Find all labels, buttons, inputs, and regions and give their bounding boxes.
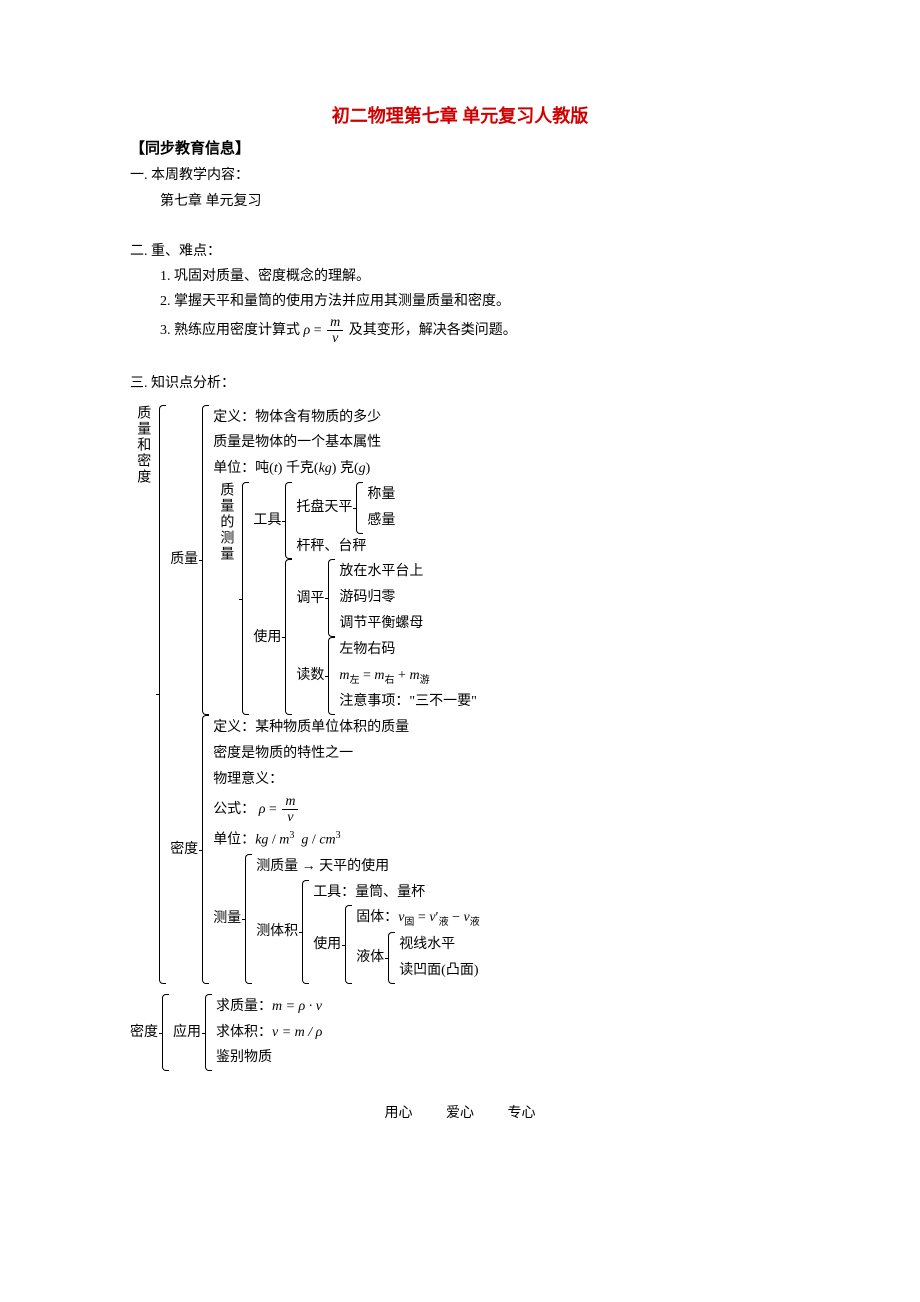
sub: 液 bbox=[439, 917, 449, 928]
knowledge-diagram: 质量和密度 质量 定义：物体含有物质的多少 质量是物体的一个基本属性 单位：吨(… bbox=[130, 405, 790, 1072]
denominator: v bbox=[327, 331, 343, 346]
page-title: 初二物理第七章 单元复习人教版 bbox=[130, 100, 790, 132]
text: = bbox=[314, 323, 325, 338]
app-label: 应用 bbox=[173, 1020, 205, 1045]
sub: 液 bbox=[470, 917, 480, 928]
document-page: 初二物理第七章 单元复习人教版 【同步教育信息】 一. 本周教学内容： 第七章 … bbox=[0, 0, 920, 1166]
app1: 求质量：m = ρ · v bbox=[216, 994, 790, 1020]
symbol-rho: ρ bbox=[304, 323, 311, 338]
sym: m bbox=[339, 668, 349, 683]
density-formula: 公式： ρ = m v bbox=[213, 793, 790, 827]
tool-label: 工具 bbox=[253, 508, 285, 533]
vol-use-label: 使用 bbox=[313, 932, 345, 957]
fraction: m v bbox=[327, 315, 343, 347]
text: 公式： bbox=[213, 802, 255, 817]
text: 求质量： bbox=[216, 999, 272, 1014]
app2: 求体积：v = m / ρ bbox=[216, 1020, 790, 1046]
sym: cm bbox=[319, 833, 335, 848]
footer-a: 用心 bbox=[385, 1106, 413, 1121]
tool-balance: 托盘天平 bbox=[296, 495, 356, 520]
fraction: m v bbox=[282, 794, 298, 826]
formula: m = ρ · v bbox=[272, 999, 322, 1014]
mass-unit: 单位：吨(t) 千克(kg) 克(g) bbox=[213, 456, 790, 482]
read-label: 读数 bbox=[296, 663, 328, 688]
adj1: 放在水平台上 bbox=[339, 559, 790, 585]
text: ) 千克( bbox=[278, 461, 319, 476]
sub: 右 bbox=[385, 674, 395, 685]
read3: 注意事项："三不一要" bbox=[339, 689, 790, 715]
section-heading: 【同步教育信息】 bbox=[130, 136, 790, 163]
sym: kg bbox=[319, 461, 332, 476]
section-1-heading: 一. 本周教学内容： bbox=[130, 163, 790, 188]
text: = bbox=[265, 802, 280, 817]
density-meaning: 物理意义： bbox=[213, 767, 790, 793]
mass-prop: 质量是物体的一个基本属性 bbox=[213, 430, 790, 456]
density-unit: 单位：kg / m3 g / cm3 bbox=[213, 826, 790, 853]
text: ) 克( bbox=[332, 461, 359, 476]
text: 固体： bbox=[356, 910, 398, 925]
text: 单位： bbox=[213, 833, 255, 848]
sym: m bbox=[409, 668, 419, 683]
denominator: v bbox=[282, 810, 298, 825]
sym: g bbox=[301, 833, 308, 848]
density-prop: 密度是物质的特性之一 bbox=[213, 741, 790, 767]
mass-def: 定义：物体含有物质的多少 bbox=[213, 405, 790, 431]
section-1-line: 第七章 单元复习 bbox=[160, 189, 790, 214]
sym: m bbox=[374, 668, 384, 683]
density-measure-label: 测量 bbox=[213, 906, 245, 931]
use-label: 使用 bbox=[253, 625, 285, 650]
section-2-line1: 1. 巩固对质量、密度概念的理解。 bbox=[160, 264, 790, 289]
liq1: 视线水平 bbox=[399, 932, 790, 958]
formula: v = m / ρ bbox=[272, 1025, 322, 1040]
numerator: m bbox=[282, 794, 298, 810]
section-2-line2: 2. 掌握天平和量筒的使用方法并应用其测量质量和密度。 bbox=[160, 289, 790, 314]
text: 3. 熟练应用密度计算式 bbox=[160, 323, 300, 338]
solid-formula: 固体：v固 = v′液 − v液 bbox=[356, 905, 790, 932]
adjust-label: 调平 bbox=[296, 586, 328, 611]
text: ) bbox=[366, 461, 371, 476]
text: 单位：吨( bbox=[213, 461, 274, 476]
numerator: m bbox=[327, 315, 343, 331]
density-label: 密度 bbox=[170, 837, 202, 862]
vol-tool: 工具：量筒、量杯 bbox=[313, 880, 790, 906]
text: 及其变形，解决各类问题。 bbox=[349, 323, 517, 338]
measure-vol-label: 测体积 bbox=[256, 919, 302, 944]
sym: g bbox=[359, 461, 366, 476]
page-footer: 用心 爱心 专心 bbox=[130, 1101, 790, 1126]
section-3-heading: 三. 知识点分析： bbox=[130, 371, 790, 396]
footer-b: 爱心 bbox=[446, 1106, 474, 1121]
text: + bbox=[395, 668, 410, 683]
root-label: 质量和密度 bbox=[130, 405, 159, 984]
sub: 游 bbox=[420, 674, 430, 685]
app3: 鉴别物质 bbox=[216, 1045, 790, 1071]
liquid-label: 液体 bbox=[356, 945, 388, 970]
tool1b: 感量 bbox=[367, 508, 790, 534]
section-2-line3: 3. 熟练应用密度计算式 ρ = m v 及其变形，解决各类问题。 bbox=[160, 315, 790, 347]
mass-label: 质量 bbox=[170, 547, 202, 572]
read2: m左 = m右 + m游 bbox=[339, 663, 790, 690]
liq2: 读凹面(凸面) bbox=[399, 958, 790, 984]
sub: 左 bbox=[350, 674, 360, 685]
tool2: 杆秤、台秤 bbox=[296, 534, 790, 560]
adj2: 游码归零 bbox=[339, 585, 790, 611]
tool1a: 称量 bbox=[367, 482, 790, 508]
section-2-heading: 二. 重、难点： bbox=[130, 239, 790, 264]
text: − bbox=[449, 910, 464, 925]
measure-mass: 测质量 → 天平的使用 bbox=[256, 854, 790, 880]
mass-measure-label: 质量的测量 bbox=[213, 482, 242, 715]
app-root-label: 密度 bbox=[130, 1020, 162, 1045]
text: 求体积： bbox=[216, 1025, 272, 1040]
adj3: 调节平衡螺母 bbox=[339, 611, 790, 637]
read1: 左物右码 bbox=[339, 637, 790, 663]
footer-c: 专心 bbox=[508, 1106, 536, 1121]
sym: kg bbox=[255, 833, 268, 848]
sub: 固 bbox=[404, 917, 414, 928]
sym: m bbox=[279, 833, 289, 848]
density-def: 定义：某种物质单位体积的质量 bbox=[213, 715, 790, 741]
text: = bbox=[360, 668, 375, 683]
